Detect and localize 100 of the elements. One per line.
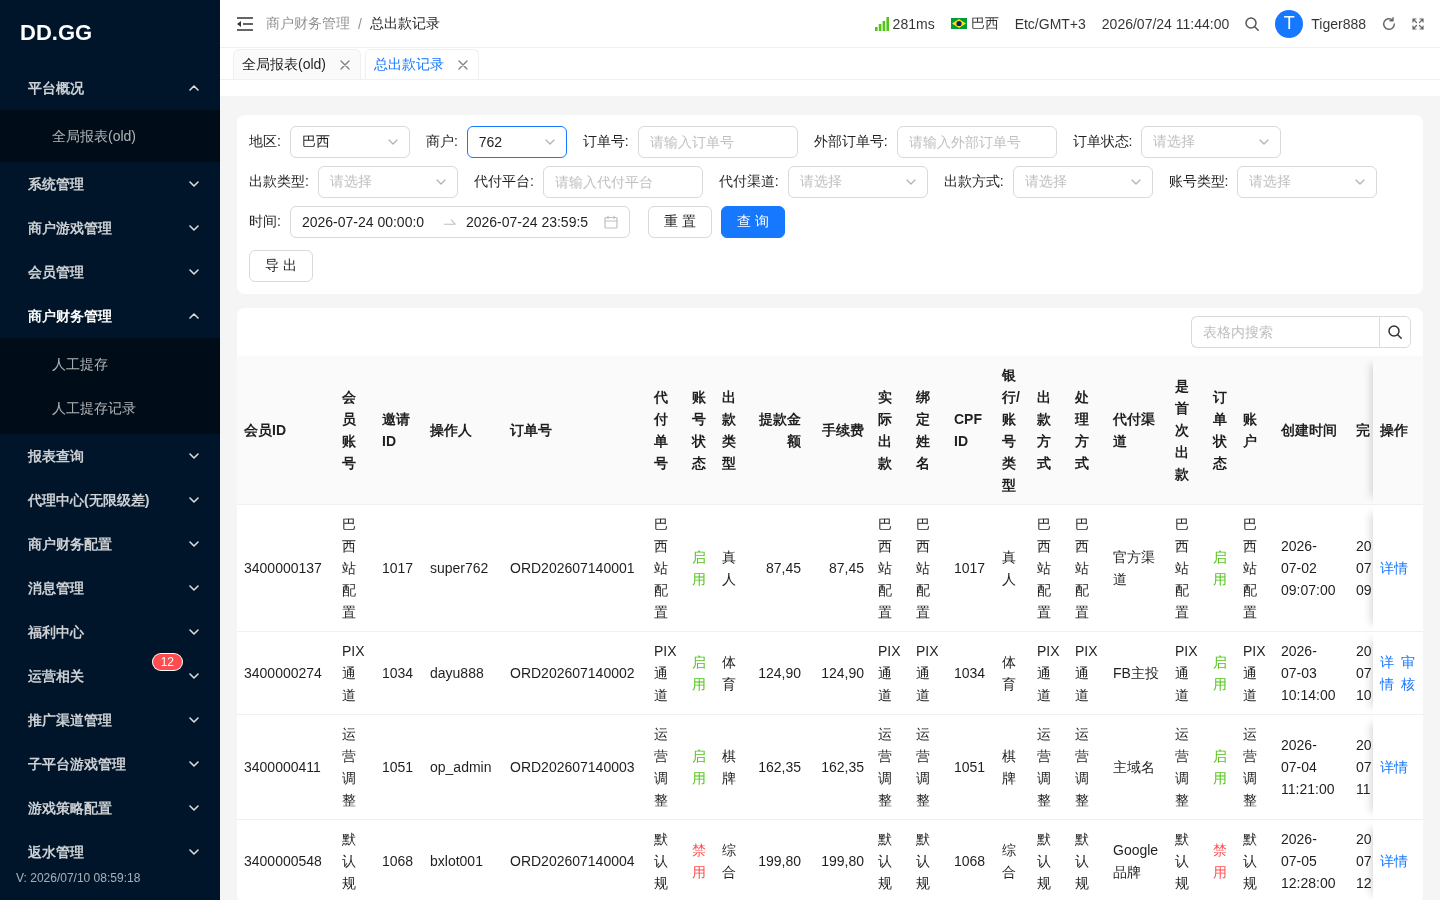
- chevron-down-icon: [544, 139, 555, 145]
- sidebar-item[interactable]: 消息管理: [28, 577, 84, 599]
- column-header: 会员账号: [335, 356, 375, 505]
- query-button[interactable]: 查 询: [720, 206, 785, 238]
- calendar-icon: [603, 215, 618, 229]
- chevron-down-icon: [905, 179, 916, 185]
- chevron-down-icon[interactable]: [189, 541, 199, 547]
- chevron-down-icon: [1130, 179, 1141, 185]
- column-header: 是首次出款: [1168, 356, 1206, 505]
- field-label: 出款方式:: [943, 173, 1004, 191]
- chevron-down-icon[interactable]: [189, 849, 199, 855]
- sidebar-item[interactable]: 子平台游戏管理: [28, 753, 126, 775]
- chevron-down-icon[interactable]: [189, 269, 199, 275]
- sidebar-item[interactable]: 系统管理: [28, 173, 84, 195]
- menu-fold-icon[interactable]: [237, 16, 253, 31]
- column-header: 代付单号: [647, 356, 685, 505]
- select-field[interactable]: 762: [466, 126, 567, 158]
- chevron-down-icon[interactable]: [189, 805, 199, 811]
- fullscreen-icon[interactable]: [1412, 17, 1424, 30]
- sidebar-item[interactable]: 游戏策略配置: [28, 797, 112, 819]
- sidebar-item[interactable]: 运营相关: [28, 665, 84, 687]
- column-header: 处理方式: [1068, 356, 1106, 505]
- text-input[interactable]: 请输入代付平台: [542, 166, 703, 198]
- sidebar-item[interactable]: 返水管理: [28, 841, 84, 863]
- latency-text: 281ms: [892, 15, 935, 32]
- column-header: 创建时间: [1274, 356, 1349, 505]
- column-header: 银行/账号类型: [995, 356, 1030, 505]
- column-header: CPF ID: [947, 356, 995, 505]
- field-label: 地区:: [249, 133, 281, 151]
- field-label: 订单状态:: [1072, 133, 1133, 151]
- search-icon: [1388, 325, 1402, 339]
- sidebar-subitem[interactable]: 全局报表(old): [0, 114, 220, 158]
- column-header: 账户: [1236, 356, 1274, 505]
- sidebar-item[interactable]: 推广渠道管理: [28, 709, 112, 731]
- sidebar-item[interactable]: 代理中心(无限级差): [28, 489, 150, 511]
- sidebar-subitem[interactable]: 人工提存记录: [0, 386, 220, 430]
- column-header: 代付渠道: [1106, 356, 1168, 505]
- table-search-input[interactable]: 表格内搜索: [1191, 316, 1379, 348]
- sidebar-item[interactable]: 福利中心: [28, 621, 84, 643]
- page-tab[interactable]: 总出款记录: [365, 49, 479, 79]
- sidebar-item[interactable]: 平台概况: [28, 77, 84, 99]
- field-label: 商户:: [425, 133, 458, 151]
- column-header: 出款类型: [715, 356, 745, 505]
- chevron-down-icon[interactable]: [189, 453, 199, 459]
- chevron-down-icon[interactable]: [189, 497, 199, 503]
- close-icon[interactable]: [458, 59, 468, 70]
- chevron-down-icon[interactable]: [189, 761, 199, 767]
- action-link[interactable]: 详情: [1380, 651, 1394, 695]
- export-button[interactable]: 导 出: [249, 250, 313, 282]
- column-header: 订单状态: [1206, 356, 1236, 505]
- chevron-down-icon[interactable]: [189, 585, 199, 591]
- sidebar-subitem[interactable]: 人工提存: [0, 342, 220, 386]
- sidebar-item[interactable]: 商户游戏管理: [28, 217, 112, 239]
- date-range-field[interactable]: 2026-07-24 00:00:0 2026-07-24 23:59:5: [289, 206, 630, 238]
- select-field[interactable]: 巴西: [289, 126, 410, 158]
- timezone-text: Etc/GMT+3: [1014, 15, 1086, 32]
- chevron-down-icon[interactable]: [189, 225, 199, 231]
- action-link[interactable]: 详情: [1380, 756, 1408, 778]
- field-label: 外部订单号:: [813, 133, 888, 151]
- sidebar-item[interactable]: 报表查询: [28, 445, 84, 467]
- reload-icon[interactable]: [1382, 16, 1396, 31]
- username-text[interactable]: Tiger888: [1311, 15, 1366, 32]
- reset-button[interactable]: 重 置: [647, 206, 712, 238]
- column-header: 操作人: [423, 356, 503, 505]
- action-link[interactable]: 详情: [1380, 850, 1408, 872]
- column-header: 订单号: [503, 356, 647, 505]
- chevron-down-icon[interactable]: [189, 673, 199, 679]
- datetime-text: 2026/07/24 11:44:00: [1101, 15, 1230, 32]
- search-button[interactable]: [1379, 316, 1411, 348]
- column-header: 出款方式: [1030, 356, 1068, 505]
- close-icon[interactable]: [340, 59, 350, 70]
- chevron-down-icon: [387, 139, 398, 145]
- chevron-down-icon[interactable]: [189, 181, 199, 187]
- column-header: 提款金额: [745, 356, 808, 505]
- breadcrumb-item: 总出款记录: [369, 14, 440, 33]
- action-link[interactable]: 审核: [1401, 651, 1415, 695]
- action-link[interactable]: 详情: [1380, 557, 1408, 579]
- user-avatar[interactable]: T: [1275, 9, 1304, 38]
- chevron-down-icon[interactable]: [189, 717, 199, 723]
- chevron-up-icon[interactable]: [189, 313, 199, 319]
- arrow-right-icon: [443, 219, 456, 225]
- column-header: 手续费: [808, 356, 871, 505]
- chevron-up-icon[interactable]: [189, 85, 199, 91]
- column-header: 实际出款: [871, 356, 909, 505]
- column-header: 账号状态: [685, 356, 715, 505]
- text-input[interactable]: 请输入订单号: [637, 126, 798, 158]
- text-input[interactable]: 请输入外部订单号: [896, 126, 1057, 158]
- column-header: 邀请ID: [375, 356, 423, 505]
- breadcrumb-separator: /: [358, 15, 362, 32]
- chevron-down-icon: [1259, 139, 1270, 145]
- notification-badge: 12: [152, 654, 182, 670]
- chevron-down-icon[interactable]: [189, 629, 199, 635]
- signal-bars-icon: [874, 16, 889, 31]
- sidebar-item[interactable]: 会员管理: [28, 261, 84, 283]
- search-icon[interactable]: [1245, 16, 1260, 31]
- column-header: 绑定姓名: [909, 356, 947, 505]
- sidebar-item[interactable]: 商户财务管理: [28, 305, 112, 327]
- page-tab[interactable]: 全局报表(old): [233, 49, 361, 79]
- chevron-down-icon: [1355, 179, 1366, 185]
- sidebar-item[interactable]: 商户财务配置: [28, 533, 112, 555]
